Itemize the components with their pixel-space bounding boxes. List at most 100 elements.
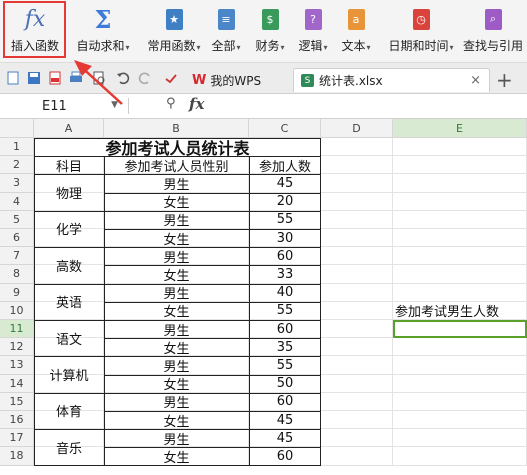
row-header-7[interactable]: 7 [0,247,34,266]
column-header-a[interactable]: A [34,119,104,138]
row-header-2[interactable]: 2 [0,156,34,175]
column-header-c[interactable]: C [249,119,321,138]
row-header-4[interactable]: 4 [0,192,34,211]
row-header-17[interactable]: 17 [0,429,34,448]
row-header-8[interactable]: 8 [0,265,34,284]
common-functions-button[interactable]: ★ 常用函数▾ [139,2,209,58]
cell-d17[interactable] [321,429,393,448]
cell-d18[interactable] [321,447,393,466]
cell-d14[interactable] [321,374,393,393]
cell-e15[interactable] [393,392,527,411]
cell-e1[interactable] [393,138,527,157]
spreadsheet-grid: A B C D E 1 2 3 4 5 6 7 8 9 10 11 12 13 14 15 16 17 18 参加考试人员统计… [0,119,527,475]
row-header-5[interactable]: 5 [0,210,34,229]
cell-e9[interactable] [393,283,527,302]
cell-d6[interactable] [321,229,393,248]
select-all-corner[interactable] [0,119,34,138]
subject-cell: 计算机 [49,369,89,385]
zoom-icon[interactable]: ⚲ [166,96,176,111]
tab-statistics-file[interactable]: S 统计表.xlsx × [293,68,490,92]
formula-fx-icon[interactable]: fx [189,95,204,113]
formula-bar: E11 ▼ ⚲ fx [0,94,527,119]
cell-e12[interactable] [393,338,527,357]
count-cell: 45 [276,175,294,191]
subject-cell: 化学 [55,223,82,239]
cell-e4[interactable] [393,192,527,211]
row-header-13[interactable]: 13 [0,356,34,375]
cell-e18[interactable] [393,447,527,466]
financial-functions-button[interactable]: $ 财务▾ [251,2,289,58]
cell-d5[interactable] [321,210,393,229]
tab-my-wps[interactable]: W 我的WPS [186,68,286,92]
row-header-3[interactable]: 3 [0,174,34,193]
cell-e8[interactable] [393,265,527,284]
cell-d8[interactable] [321,265,393,284]
male-count-label: 参加考试男生人数 [395,305,500,321]
cell-d13[interactable] [321,356,393,375]
cell-e14[interactable] [393,374,527,393]
row-header-14[interactable]: 14 [0,374,34,393]
row-header-10[interactable]: 10 [0,301,34,320]
subject-cell: 英语 [55,296,82,312]
print-icon[interactable] [69,71,83,85]
cell-e6[interactable] [393,229,527,248]
column-header-d[interactable]: D [321,119,393,138]
cell-d4[interactable] [321,192,393,211]
cell-d2[interactable] [321,156,393,175]
preview-icon[interactable] [92,71,106,85]
datetime-functions-button[interactable]: ◷ 日期和时间▾ [383,2,459,58]
new-file-icon[interactable] [6,71,20,85]
spreadsheet-file-icon: S [301,74,314,87]
cell-d11[interactable] [321,320,393,339]
cell-e3[interactable] [393,174,527,193]
cell-d7[interactable] [321,247,393,266]
row-header-15[interactable]: 15 [0,392,34,411]
cell-e7[interactable] [393,247,527,266]
count-cell: 55 [276,357,294,373]
count-cell: 45 [276,430,294,446]
financial-functions-label: 财务 [255,39,280,53]
autosum-button[interactable]: Σ 自动求和▾ [70,2,136,58]
undo-icon[interactable] [116,71,130,85]
cell-d12[interactable] [321,338,393,357]
add-tab-icon[interactable]: + [496,68,513,92]
lookup-functions-button[interactable]: ⌕ 查找与引用 [462,2,524,58]
row-header-11[interactable]: 11 [0,320,34,339]
list-book-icon: ≡ [215,6,237,32]
cell-d3[interactable] [321,174,393,193]
row-header-6[interactable]: 6 [0,229,34,248]
selected-cell-e11[interactable] [393,320,527,339]
column-header-e[interactable]: E [393,119,527,138]
cell-d9[interactable] [321,283,393,302]
cell-e17[interactable] [393,429,527,448]
save-icon[interactable] [27,71,41,85]
row-header-9[interactable]: 9 [0,283,34,302]
subject-cell: 高数 [55,259,82,275]
row-header-1[interactable]: 1 [0,138,34,157]
datetime-functions-label: 日期和时间 [388,39,449,53]
row-header-12[interactable]: 12 [0,338,34,357]
cell-d16[interactable] [321,411,393,430]
cell-d10[interactable] [321,301,393,320]
cell-e5[interactable] [393,210,527,229]
row-header-18[interactable]: 18 [0,447,34,466]
cell-e2[interactable] [393,156,527,175]
pdf-icon[interactable] [48,71,62,85]
name-box[interactable]: E11 ▼ [0,96,118,116]
cell-e13[interactable] [393,356,527,375]
gender-cell: 男生 [163,214,190,230]
redo-icon[interactable] [138,71,152,85]
cell-d15[interactable] [321,392,393,411]
text-functions-button[interactable]: a 文本▾ [337,2,375,58]
gender-cell: 女生 [163,414,190,430]
cell-e16[interactable] [393,411,527,430]
close-tab-icon[interactable]: × [470,73,481,88]
formula-input[interactable] [215,96,515,116]
name-box-dropdown-icon[interactable]: ▼ [111,100,118,110]
subject-cell: 物理 [55,187,82,203]
logical-functions-button[interactable]: ? 逻辑▾ [294,2,332,58]
row-header-16[interactable]: 16 [0,411,34,430]
cell-d1[interactable] [321,138,393,157]
all-functions-button[interactable]: ≡ 全部▾ [207,2,245,58]
customize-toolbar-icon[interactable] [164,71,178,85]
